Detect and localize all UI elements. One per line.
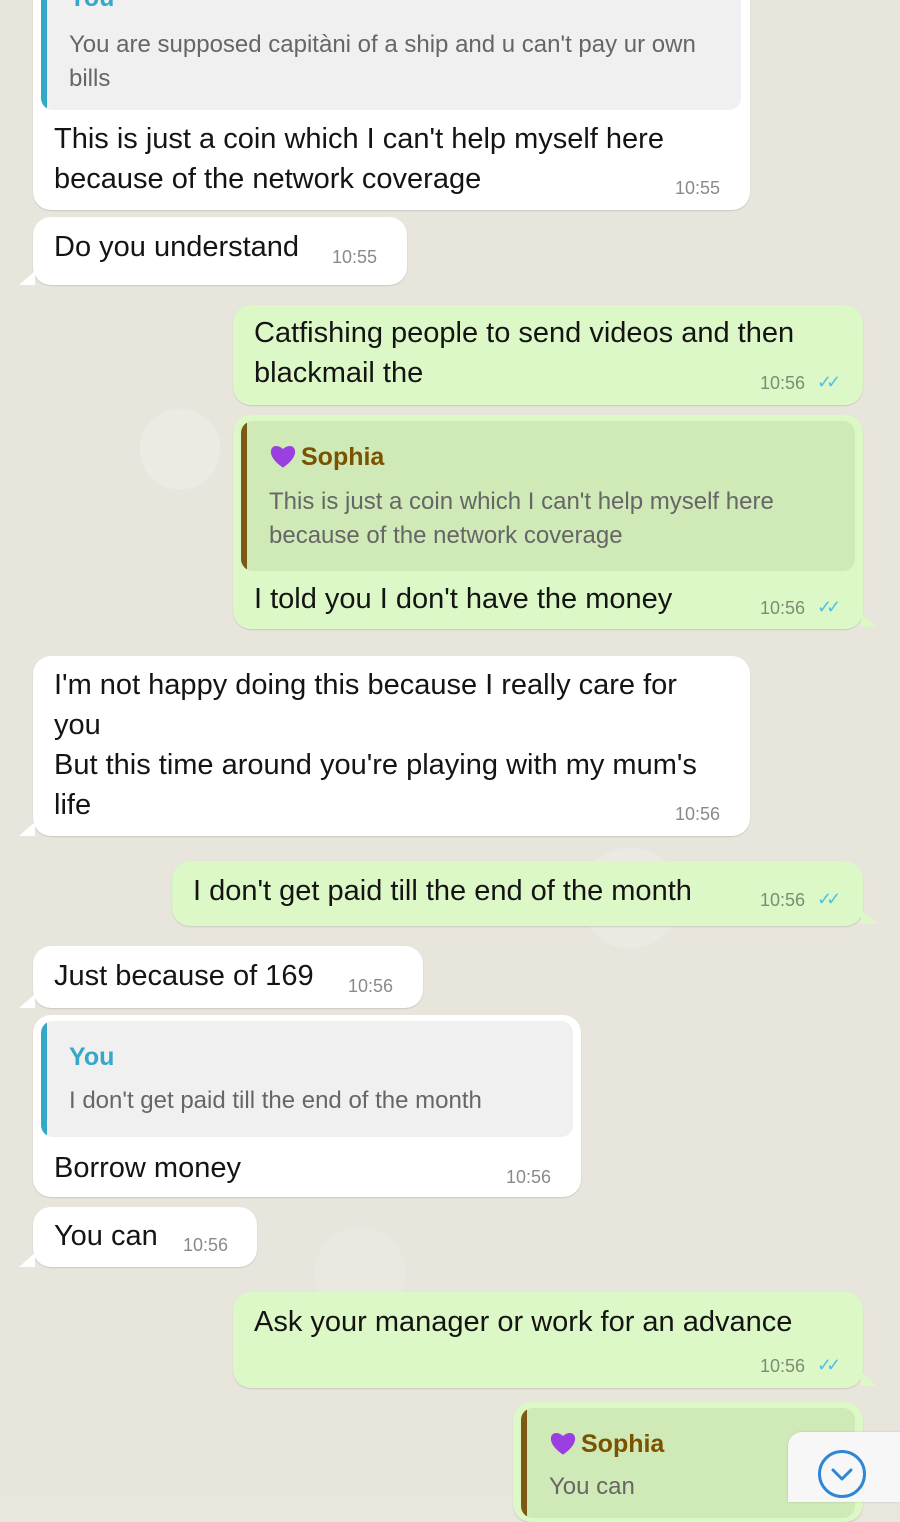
message-incoming[interactable]: You can 10:56 [19,1207,257,1267]
quote-text: I don't get paid till the end of the mon… [69,1087,482,1114]
quote-text: You are supposed capitàni of a ship and … [69,31,696,92]
chevron-down-icon [818,1450,866,1498]
message-text: I'm not happy doing this because I reall… [54,669,697,821]
quote-bar [41,1021,47,1137]
quote-bar [41,0,47,110]
message-time: 10:56 [760,373,806,393]
quote-author: Sophia [549,1430,664,1459]
quote-bar [521,1408,527,1518]
purple-heart-icon [550,1432,576,1455]
message-time: 10:56 [760,1356,806,1376]
quoted-message[interactable]: You I don't get paid till the end of the… [41,1021,573,1137]
message-text: You can [54,1220,158,1252]
quote-author-name: Sophia [301,443,385,471]
message-outgoing-reply[interactable]: Sophia This is just a coin which I can't… [233,415,877,629]
message-outgoing[interactable]: Catfishing people to send videos and the… [233,305,863,405]
double-check-icon: ✓✓ [817,889,841,909]
message-incoming-reply[interactable]: You I don't get paid till the end of the… [33,1015,581,1197]
quote-author: You [69,0,114,13]
message-time: 10:56 [506,1167,552,1187]
double-check-icon: ✓✓ [817,1355,841,1375]
scroll-to-bottom-button[interactable] [788,1432,900,1502]
double-check-icon: ✓✓ [817,597,841,617]
message-text: Do you understand [54,231,300,263]
message-incoming[interactable]: Do you understand 10:55 [19,217,407,285]
purple-heart-icon [270,445,296,468]
message-outgoing[interactable]: I don't get paid till the end of the mon… [172,861,877,926]
quote-author: Sophia [269,443,384,472]
message-text: I don't get paid till the end of the mon… [193,875,692,907]
message-incoming-reply[interactable]: You You are supposed capitàni of a ship … [33,0,750,210]
message-text: I told you I don't have the money [254,583,673,615]
message-outgoing[interactable]: Ask your manager or work for an advance … [233,1292,877,1388]
message-incoming[interactable]: I'm not happy doing this because I reall… [19,656,750,836]
quoted-message[interactable]: Sophia This is just a coin which I can't… [241,421,855,571]
message-text: Ask your manager or work for an advance [254,1306,793,1338]
message-text: Just because of 169 [54,960,314,992]
message-text: Borrow money [54,1152,241,1184]
message-time: 10:56 [183,1235,229,1255]
double-check-icon: ✓✓ [817,372,841,392]
message-time: 10:56 [348,976,394,996]
message-text: Catfishing people to send videos and the… [254,317,795,389]
quote-author-name: Sophia [581,1430,665,1458]
message-time: 10:56 [675,804,721,824]
quoted-message[interactable]: You You are supposed capitàni of a ship … [41,0,741,110]
message-time: 10:55 [675,178,721,198]
message-time: 10:56 [760,890,806,910]
message-text: This is just a coin which I can't help m… [54,123,664,195]
quote-author: You [69,1043,115,1071]
message-time: 10:55 [332,247,378,267]
message-time: 10:56 [760,598,806,618]
quote-bar [241,421,247,571]
quote-text: This is just a coin which I can't help m… [269,488,774,549]
message-incoming[interactable]: Just because of 169 10:56 [19,946,423,1008]
